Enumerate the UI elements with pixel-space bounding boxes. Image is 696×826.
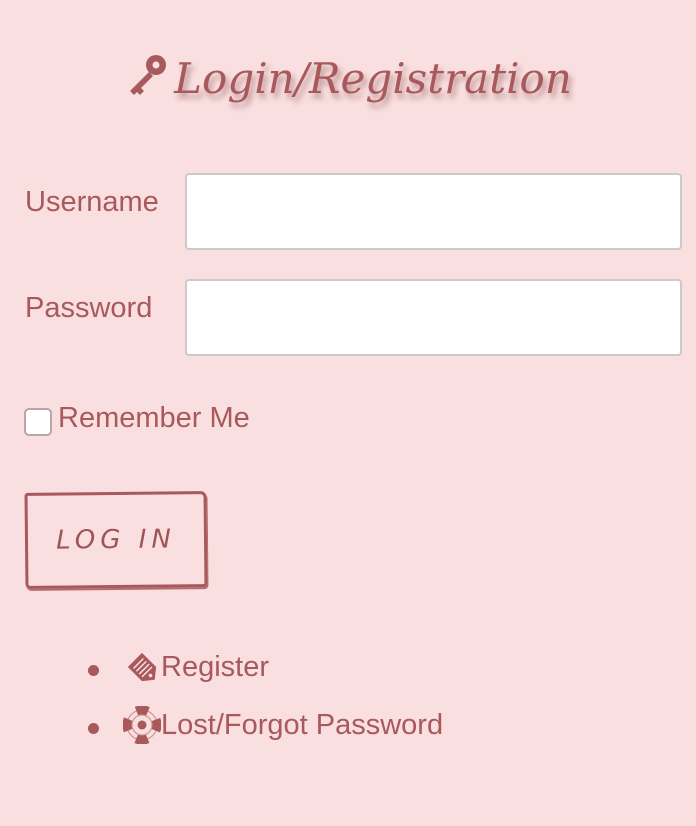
remember-me-row[interactable]: Remember Me: [24, 398, 250, 438]
register-link[interactable]: Register: [123, 648, 269, 686]
bullet-icon: [88, 723, 99, 734]
key-icon: [124, 50, 172, 120]
remember-me-checkbox[interactable]: [24, 408, 52, 436]
username-input[interactable]: [185, 173, 682, 250]
tag-icon: [123, 648, 161, 686]
password-input[interactable]: [185, 279, 682, 356]
register-link-label[interactable]: Register: [161, 649, 269, 685]
login-button[interactable]: LOG IN: [24, 491, 208, 589]
page-title: Login/Registration: [0, 44, 696, 120]
lifebuoy-icon: [122, 705, 162, 745]
password-label: Password: [25, 292, 153, 324]
remember-me-label[interactable]: Remember Me: [58, 401, 250, 435]
page-title-text: Login/Registration: [174, 54, 572, 103]
bullet-icon: [88, 665, 99, 676]
forgot-password-link-label[interactable]: Lost/Forgot Password: [161, 707, 443, 743]
forgot-password-link[interactable]: Lost/Forgot Password: [122, 705, 443, 745]
username-label: Username: [25, 186, 159, 218]
